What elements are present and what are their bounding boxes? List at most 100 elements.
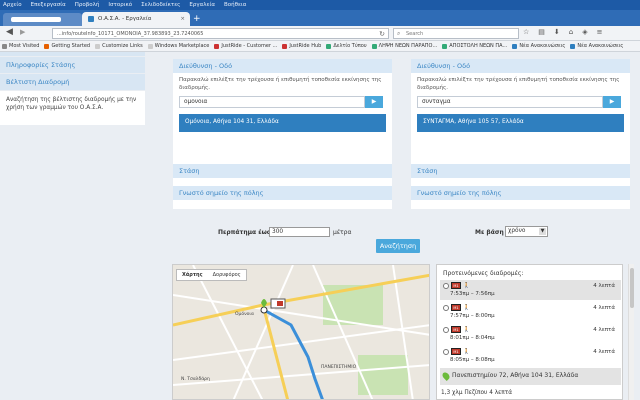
search-bar[interactable]: ⌕ Search — [393, 28, 519, 39]
from-go-button[interactable]: ▶ — [365, 96, 383, 109]
bookmark-item[interactable]: Νέα Ανακοινώσεις — [512, 43, 565, 49]
routes-scrollbar[interactable] — [628, 264, 634, 400]
home-icon[interactable]: ⌂ — [569, 28, 573, 36]
map-label-omonoia: Ομόνοια — [235, 312, 254, 317]
walk-unit: μέτρα — [333, 229, 352, 236]
star-icon[interactable]: ☆ — [523, 28, 529, 36]
map-label-tsaldari: Ν. Τσαλδάρη — [181, 377, 210, 382]
base-label: Με βάση — [475, 229, 504, 236]
bookmark-item[interactable]: Getting Started — [44, 43, 90, 49]
menu-tools[interactable]: Εργαλεία — [189, 2, 215, 8]
page-icon — [371, 43, 377, 49]
bookmark-item[interactable]: ΛΗΨΗ ΝΕΩΝ ΠΑΡΑΠΟ... — [371, 43, 437, 49]
map-type-tabs: Χάρτης Δορυφόρος — [176, 269, 247, 281]
tab-active[interactable]: Ο.Α.Σ.Α. - Εργαλεία × — [82, 12, 190, 26]
from-instructions: Παρακαλώ επιλέξτε την τρέχουσα ή επιθυμη… — [179, 77, 382, 91]
to-landmark-header[interactable]: Γνωστό σημείο της πόλης — [411, 186, 630, 200]
from-input[interactable]: ομονοια — [179, 96, 365, 109]
sidebar-description: Αναζήτηση της βέλτιστης διαδρομής με την… — [0, 91, 145, 125]
from-stop-header[interactable]: Στάση — [173, 164, 392, 178]
page-icon — [512, 43, 518, 49]
bookmark-item[interactable]: JustRide Hub — [282, 43, 321, 49]
download-icon[interactable]: ⬇ — [554, 28, 560, 36]
route-times: 8:05πμ – 8:08πμ — [450, 357, 495, 363]
page-icon — [95, 43, 101, 49]
destination-pin-icon — [441, 371, 451, 381]
destination-address: Πανεπιστημίου 72, Αθήνα 104 31, Ελλάδα — [452, 372, 579, 379]
bookmark-item[interactable]: Most Visited — [2, 43, 39, 49]
navigation-bar: ◀ ▶ ...info/routeInfo_10171_OMONOIA_37.9… — [0, 26, 640, 41]
route-duration: 4 λεπτά — [593, 283, 615, 289]
menu-history[interactable]: Ιστορικό — [108, 2, 132, 8]
bookmark-item[interactable]: ΑΠΟΣΤΟΛΗ ΝΕΩΝ ΠΑ... — [442, 43, 507, 49]
url-bar[interactable]: ...info/routeInfo_10171_OMONOIA_37.98389… — [52, 28, 389, 39]
from-panel: Διεύθυνση - Οδό Παρακαλώ επιλέξτε την τρ… — [173, 59, 392, 209]
satellite-tab[interactable]: Δορυφόρος — [208, 270, 246, 280]
page-icon — [147, 43, 153, 49]
bookmark-item[interactable]: Δελτίο Τύπου — [326, 43, 367, 49]
reload-icon[interactable]: ↻ — [379, 30, 385, 38]
justride-icon — [214, 43, 220, 49]
route-times: 7:53πμ – 7:56πμ — [450, 291, 495, 297]
back-icon[interactable]: ◀ — [6, 27, 13, 37]
page-content: Πληροφορίες Στάσης Βέλτιστη Διαδρομή Ανα… — [0, 52, 640, 400]
bus-icon: M1 — [451, 326, 461, 333]
bookmark-item[interactable]: Windows Marketplace — [147, 43, 209, 49]
clock-icon — [443, 304, 449, 311]
to-stop-header[interactable]: Στάση — [411, 164, 630, 178]
justride-icon — [282, 43, 288, 49]
menu-help[interactable]: Βοήθεια — [224, 2, 246, 8]
menu-edit[interactable]: Επεξεργασία — [31, 2, 66, 8]
route-option[interactable]: M1 🚶 4 λεπτά 8:01πμ – 8:04πμ — [440, 324, 621, 344]
menu-icon[interactable]: ≡ — [597, 28, 603, 36]
sidebar-item-best-route[interactable]: Βέλτιστη Διαδρομή — [0, 74, 145, 91]
scrollbar-thumb[interactable] — [630, 268, 634, 308]
route-duration: 4 λεπτά — [593, 349, 615, 355]
to-result[interactable]: ΣΥΝΤΑΓΜΑ, Αθήνα 105 57, Ελλάδα — [417, 114, 624, 133]
menu-view[interactable]: Προβολή — [75, 2, 100, 8]
chevron-down-icon: ▼ — [539, 228, 546, 235]
from-result[interactable]: Ομόνοια, Αθήνα 104 31, Ελλάδα — [179, 114, 386, 133]
tab-inactive[interactable] — [3, 13, 82, 26]
bus-icon: M1 — [451, 282, 461, 289]
search-button[interactable]: Αναζήτηση — [376, 239, 420, 253]
search-icon: ⌕ — [397, 30, 401, 37]
to-address-header[interactable]: Διεύθυνση - Οδό — [411, 59, 630, 73]
map-tab[interactable]: Χάρτης — [177, 270, 208, 280]
close-tab-icon[interactable]: × — [180, 16, 185, 22]
walk-icon: 🚶 — [463, 304, 470, 311]
bookmark-item[interactable]: Customize Links — [95, 43, 143, 49]
reading-icon[interactable]: ▤ — [538, 28, 545, 36]
destination-row[interactable]: Πανεπιστημίου 72, Αθήνα 104 31, Ελλάδα — [440, 368, 621, 385]
map-canvas — [173, 265, 429, 399]
bookmark-item[interactable]: Νέα Ανακοινώσεις — [570, 43, 623, 49]
menu-bookmarks[interactable]: Σελιδοδείκτες — [141, 2, 180, 8]
route-times: 7:57πμ – 8:00πμ — [450, 313, 495, 319]
to-panel: Διεύθυνση - Οδό Παρακαλώ επιλέξτε την τρ… — [411, 59, 630, 209]
page-icon — [442, 43, 448, 49]
forward-icon[interactable]: ▶ — [20, 28, 25, 36]
pocket-icon[interactable]: ◈ — [582, 28, 587, 36]
route-map[interactable]: Χάρτης Δορυφόρος Ομόνοια ΠΑΝΕΠΙΣΤΗΜΙΟ Ν.… — [172, 264, 430, 400]
tab-bar: Ο.Α.Σ.Α. - Εργαλεία × + — [0, 10, 640, 26]
from-address-header[interactable]: Διεύθυνση - Οδό — [173, 59, 392, 73]
clock-icon — [443, 348, 449, 355]
route-option[interactable]: M1 🚶 4 λεπτά 7:57πμ – 8:00πμ — [440, 302, 621, 322]
to-go-button[interactable]: ▶ — [603, 96, 621, 109]
walk-distance-input[interactable]: 300 — [269, 227, 330, 237]
base-select[interactable]: χρόνο ▼ — [505, 226, 548, 237]
redacted-tab-title — [11, 17, 61, 22]
clock-icon — [443, 326, 449, 333]
from-landmark-header[interactable]: Γνωστό σημείο της πόλης — [173, 186, 392, 200]
map-label-panepistimio: ΠΑΝΕΠΙΣΤΗΜΙΟ — [321, 365, 357, 370]
to-input[interactable]: συνταγμα — [417, 96, 603, 109]
walk-icon: 🚶 — [463, 348, 470, 355]
bookmark-item[interactable]: JustRide - Customer ... — [214, 43, 277, 49]
new-tab-button[interactable]: + — [193, 14, 201, 24]
menu-file[interactable]: Αρχείο — [3, 2, 22, 8]
route-option[interactable]: M1 🚶 4 λεπτά 7:53πμ – 7:56πμ — [440, 280, 621, 300]
walk-icon: 🚶 — [463, 326, 470, 333]
sidebar-item-stop-info[interactable]: Πληροφορίες Στάσης — [0, 57, 145, 74]
from-input-row: ομονοια ▶ — [179, 96, 386, 109]
route-option[interactable]: M1 🚶 4 λεπτά 8:05πμ – 8:08πμ — [440, 346, 621, 366]
